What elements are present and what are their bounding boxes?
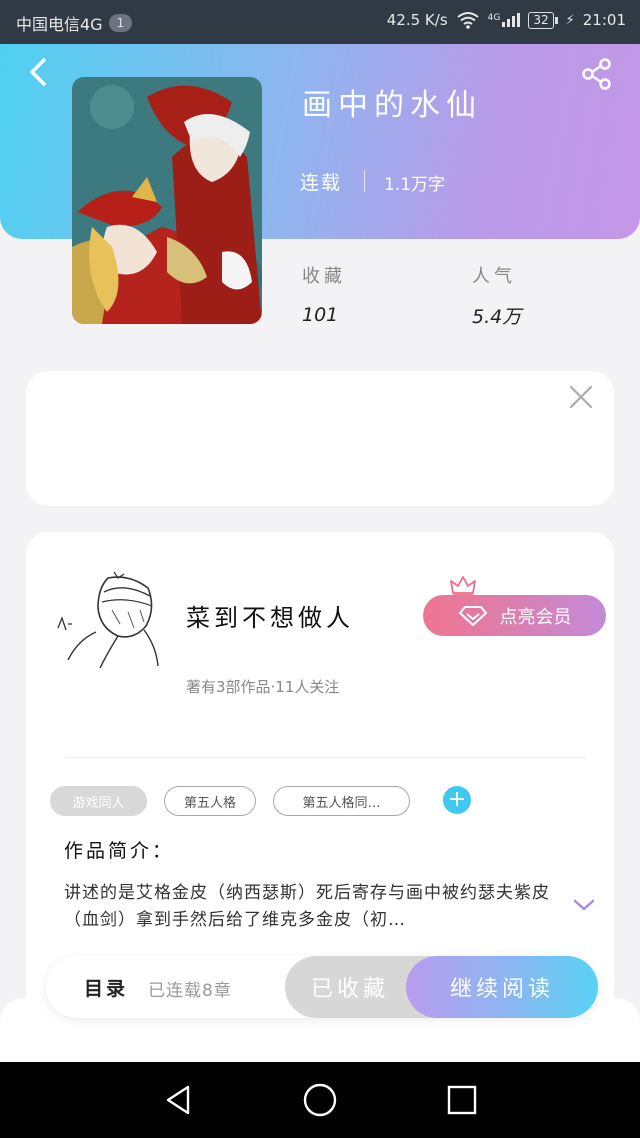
- serial-status: 连载: [300, 172, 343, 194]
- word-count: 1.1万字: [384, 175, 446, 195]
- book-title: 画中的水仙: [302, 88, 482, 123]
- close-icon[interactable]: [568, 384, 594, 410]
- author-meta: 著有3部作品·11人关注: [186, 678, 340, 696]
- crown-icon: [450, 576, 476, 596]
- chapter-count[interactable]: 已连载8章: [148, 976, 232, 1001]
- signal-icon: 4G: [488, 13, 521, 27]
- nav-home-icon[interactable]: [302, 1082, 338, 1118]
- battery-level: 32: [528, 11, 554, 29]
- toc-button[interactable]: 目录: [84, 974, 128, 1001]
- diamond-icon: [458, 605, 487, 626]
- collected-button-label: 已收藏: [310, 977, 389, 1002]
- continue-reading-button[interactable]: 继续阅读: [406, 956, 598, 1018]
- favorites-label: 收藏: [302, 266, 346, 287]
- card-divider: [66, 757, 586, 758]
- tag-chip[interactable]: 第五人格: [164, 786, 256, 816]
- nav-recent-icon[interactable]: [446, 1084, 478, 1116]
- status-divider: [364, 170, 365, 192]
- carrier-text: 中国电信4G: [16, 15, 103, 34]
- battery-icon: 32: [528, 11, 558, 29]
- charging-icon: ⚡: [565, 12, 575, 28]
- share-icon[interactable]: [580, 57, 614, 91]
- favorites-value: 101: [302, 304, 339, 326]
- network-speed: 42.5 K/s: [386, 11, 448, 29]
- wifi-icon: [457, 12, 479, 29]
- popularity-value: 5.4万: [472, 306, 522, 328]
- notification-badge: 1: [108, 14, 133, 32]
- intro-label: 作品简介：: [64, 840, 175, 862]
- tag-chip[interactable]: 游戏同人: [50, 786, 147, 816]
- author-name[interactable]: 菜到不想做人: [186, 598, 354, 633]
- vip-button[interactable]: 点亮会员: [423, 595, 606, 636]
- intro-text[interactable]: 讲述的是艾格金皮（纳西瑟斯）死后寄存与画中被约瑟夫紫皮（血剑）拿到手然后给了维克…: [64, 880, 554, 934]
- chevron-left-icon[interactable]: [22, 56, 54, 88]
- author-avatar[interactable]: [48, 570, 160, 670]
- nav-back-icon[interactable]: [162, 1083, 196, 1117]
- status-bar: 中国电信4G 1 42.5 K/s 4G 32 ⚡ 21:01: [0, 0, 640, 44]
- tag-chip[interactable]: 第五人格同…: [273, 786, 410, 816]
- status-left: 中国电信4G 1: [16, 11, 133, 35]
- chevron-down-icon[interactable]: [572, 896, 596, 914]
- ad-card: [26, 371, 614, 506]
- popularity-label: 人气: [472, 266, 516, 287]
- book-cover[interactable]: [72, 77, 262, 324]
- cover-illustration: [72, 77, 262, 324]
- clock: 21:01: [582, 11, 626, 29]
- continue-reading-label: 继续阅读: [449, 977, 554, 1002]
- vip-button-label: 点亮会员: [499, 606, 572, 628]
- plus-icon[interactable]: +: [443, 786, 471, 814]
- signal-label: 4G: [487, 13, 501, 23]
- status-right: 42.5 K/s 4G 32 ⚡ 21:01: [387, 11, 626, 29]
